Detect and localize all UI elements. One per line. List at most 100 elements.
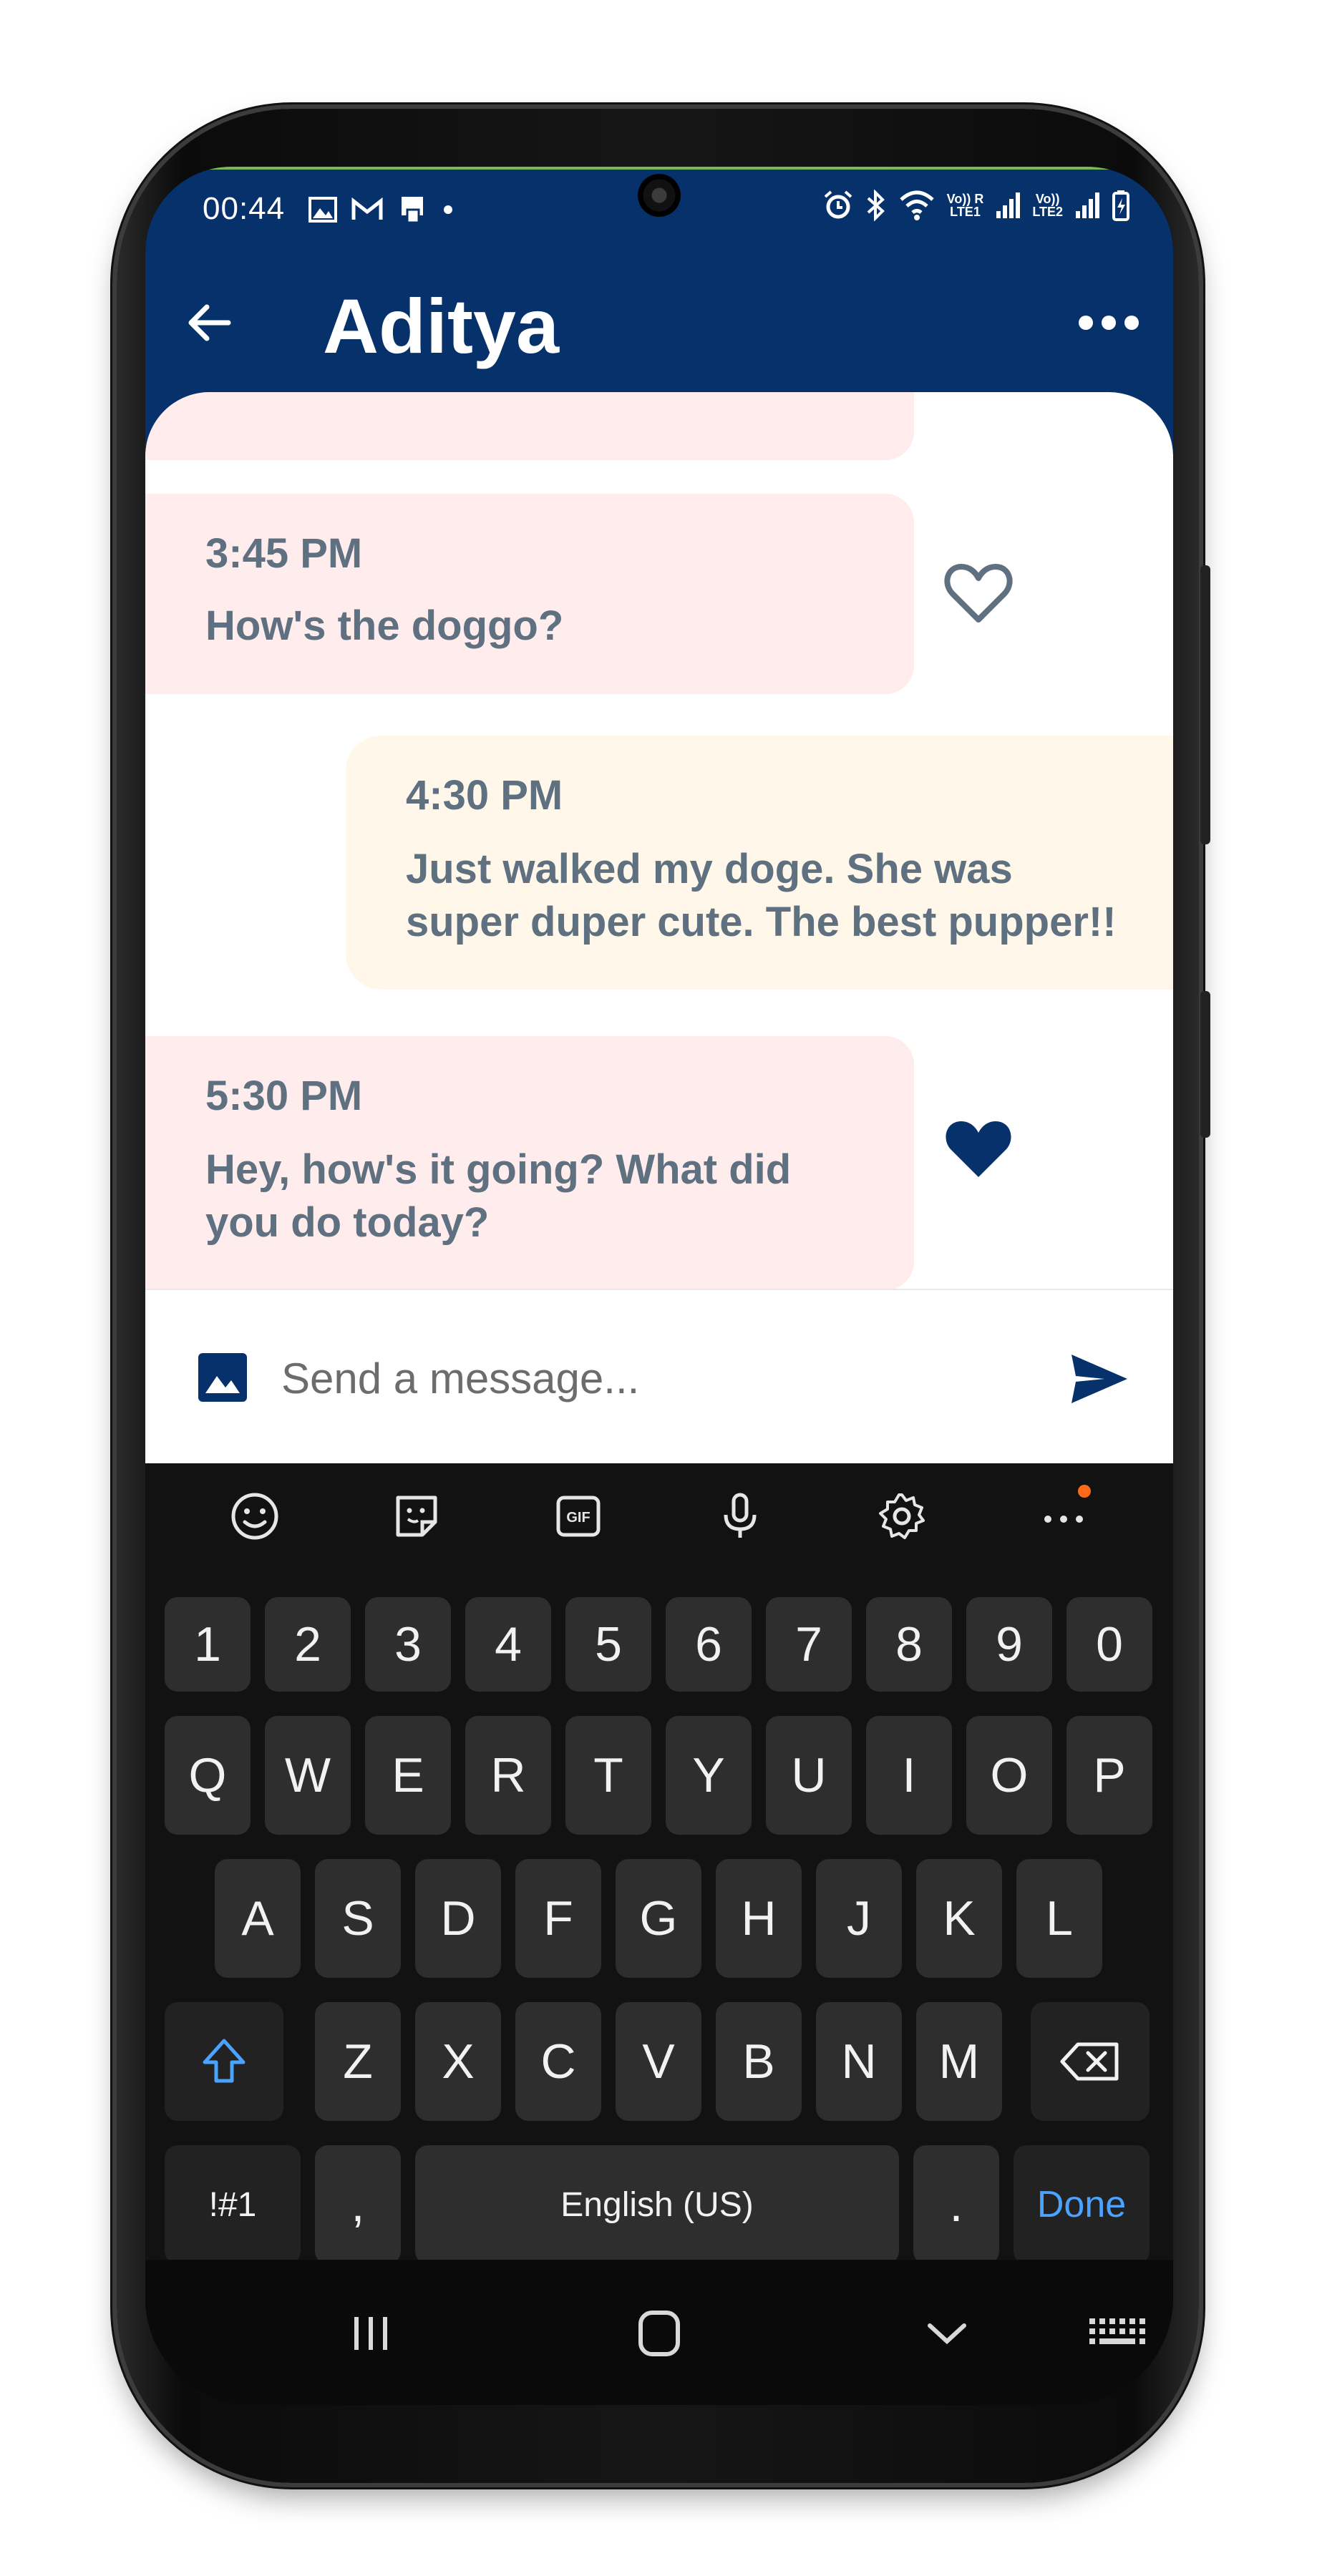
sim1-network: Vo)) R LTE1: [946, 192, 984, 219]
message-line: you do today?: [205, 1199, 490, 1246]
message-line: Just walked my doge. She was: [406, 846, 1013, 892]
alarm-icon: [824, 190, 852, 219]
key-v[interactable]: V: [616, 2002, 701, 2121]
notification-icons: [308, 195, 453, 224]
done-key[interactable]: Done: [1014, 2145, 1150, 2264]
status-time: 00:44: [203, 191, 286, 226]
key-l[interactable]: L: [1016, 1859, 1102, 1978]
key-1[interactable]: 1: [165, 1597, 251, 1692]
message-line: super duper cute. The best pupper!!: [406, 899, 1117, 945]
gallery-notification-icon: [308, 197, 337, 223]
signal-1-icon: [996, 192, 1021, 218]
keyboard-toolbar: GIF: [145, 1463, 1173, 1569]
message-time: 3:45 PM: [205, 530, 363, 577]
more-icon[interactable]: [1035, 1485, 1092, 1545]
message-line: Hey, how's it going? What did: [205, 1146, 792, 1193]
key-x[interactable]: X: [415, 2002, 501, 2121]
key-2[interactable]: 2: [265, 1597, 351, 1692]
settings-icon[interactable]: [873, 1488, 930, 1545]
signal-2-icon: [1076, 192, 1099, 218]
message-text: Just walked my doge. She was super duper…: [406, 843, 1117, 949]
message-bubble-partial: [145, 392, 914, 460]
send-icon[interactable]: [1069, 1350, 1130, 1407]
microphone-icon[interactable]: [711, 1488, 769, 1545]
emoji-icon[interactable]: [226, 1488, 283, 1545]
more-horizontal-icon[interactable]: [1073, 294, 1145, 351]
key-s[interactable]: S: [315, 1859, 401, 1978]
heart-outline-icon[interactable]: [944, 561, 1013, 625]
message-input[interactable]: [281, 1347, 1011, 1409]
sim2-network: Vo)) LTE2: [1032, 192, 1063, 219]
key-z[interactable]: Z: [315, 2002, 401, 2121]
key-9[interactable]: 9: [966, 1597, 1052, 1692]
key-j[interactable]: J: [816, 1859, 902, 1978]
key-g[interactable]: G: [616, 1859, 701, 1978]
period-key[interactable]: .: [913, 2145, 999, 2264]
front-camera: [638, 174, 681, 217]
system-icons: Vo)) R LTE1 Vo)) LTE2: [822, 190, 1130, 221]
shift-icon: [203, 2039, 246, 2083]
key-q[interactable]: Q: [165, 1716, 251, 1835]
chevron-down-icon[interactable]: [911, 2301, 983, 2366]
key-e[interactable]: E: [365, 1716, 451, 1835]
key-y[interactable]: Y: [666, 1716, 752, 1835]
key-6[interactable]: 6: [666, 1597, 752, 1692]
key-p[interactable]: P: [1066, 1716, 1152, 1835]
symbols-key[interactable]: !#1: [165, 2145, 301, 2264]
message-bubble-incoming[interactable]: 5:30 PM Hey, how's it going? What did yo…: [145, 1036, 914, 1290]
backspace-key[interactable]: [1031, 2002, 1150, 2121]
gmail-notification-icon: [351, 197, 383, 220]
key-7[interactable]: 7: [766, 1597, 852, 1692]
key-t[interactable]: T: [565, 1716, 651, 1835]
shift-key[interactable]: [165, 2002, 283, 2121]
key-o[interactable]: O: [966, 1716, 1052, 1835]
key-k[interactable]: K: [916, 1859, 1002, 1978]
space-key[interactable]: English (US): [415, 2145, 899, 2264]
key-r[interactable]: R: [465, 1716, 551, 1835]
gif-icon[interactable]: GIF: [550, 1488, 607, 1545]
recents-icon[interactable]: [335, 2301, 407, 2366]
notification-dot: [1078, 1485, 1091, 1498]
phone-screen: 00:44 Vo)) R LTE1 Vo)) LTE2 Aditya 3:45 …: [145, 167, 1173, 2405]
heart-filled-icon[interactable]: [944, 1117, 1013, 1181]
key-f[interactable]: F: [515, 1859, 601, 1978]
message-bubble-incoming[interactable]: 3:45 PM How's the doggo?: [145, 494, 914, 694]
message-composer: [145, 1289, 1173, 1463]
image-icon[interactable]: [197, 1352, 248, 1403]
key-m[interactable]: M: [916, 2002, 1002, 2121]
arrow-left-icon[interactable]: [181, 294, 238, 351]
key-b[interactable]: B: [716, 2002, 802, 2121]
dot-notification-icon: [444, 205, 452, 214]
key-i[interactable]: I: [866, 1716, 952, 1835]
battery-icon: [1112, 190, 1129, 221]
key-c[interactable]: C: [515, 2002, 601, 2121]
message-time: 4:30 PM: [406, 772, 563, 819]
chat-title: Aditya: [323, 283, 560, 369]
message-time: 5:30 PM: [205, 1073, 363, 1119]
power-button: [1200, 991, 1210, 1138]
key-3[interactable]: 3: [365, 1597, 451, 1692]
key-d[interactable]: D: [415, 1859, 501, 1978]
message-bubble-outgoing[interactable]: 4:30 PM Just walked my doge. She was sup…: [346, 736, 1173, 990]
keyboard-icon[interactable]: [1079, 2301, 1151, 2366]
volume-button: [1200, 565, 1210, 844]
status-bar: 00:44 Vo)) R LTE1 Vo)) LTE2: [145, 167, 1173, 251]
key-w[interactable]: W: [265, 1716, 351, 1835]
wifi-icon: [899, 190, 934, 220]
message-text: How's the doggo?: [205, 602, 564, 649]
key-4[interactable]: 4: [465, 1597, 551, 1692]
sticker-icon[interactable]: [388, 1488, 445, 1545]
key-h[interactable]: H: [716, 1859, 802, 1978]
key-a[interactable]: A: [215, 1859, 301, 1978]
key-5[interactable]: 5: [565, 1597, 651, 1692]
message-text: Hey, how's it going? What did you do tod…: [205, 1143, 791, 1249]
key-n[interactable]: N: [816, 2002, 902, 2121]
home-icon[interactable]: [623, 2301, 695, 2366]
cast-notification-icon: [402, 197, 423, 224]
bluetooth-icon: [867, 190, 885, 221]
key-u[interactable]: U: [766, 1716, 852, 1835]
key-0[interactable]: 0: [1066, 1597, 1152, 1692]
key-8[interactable]: 8: [866, 1597, 952, 1692]
navigation-bar: [145, 2260, 1173, 2405]
comma-key[interactable]: ,: [315, 2145, 401, 2264]
